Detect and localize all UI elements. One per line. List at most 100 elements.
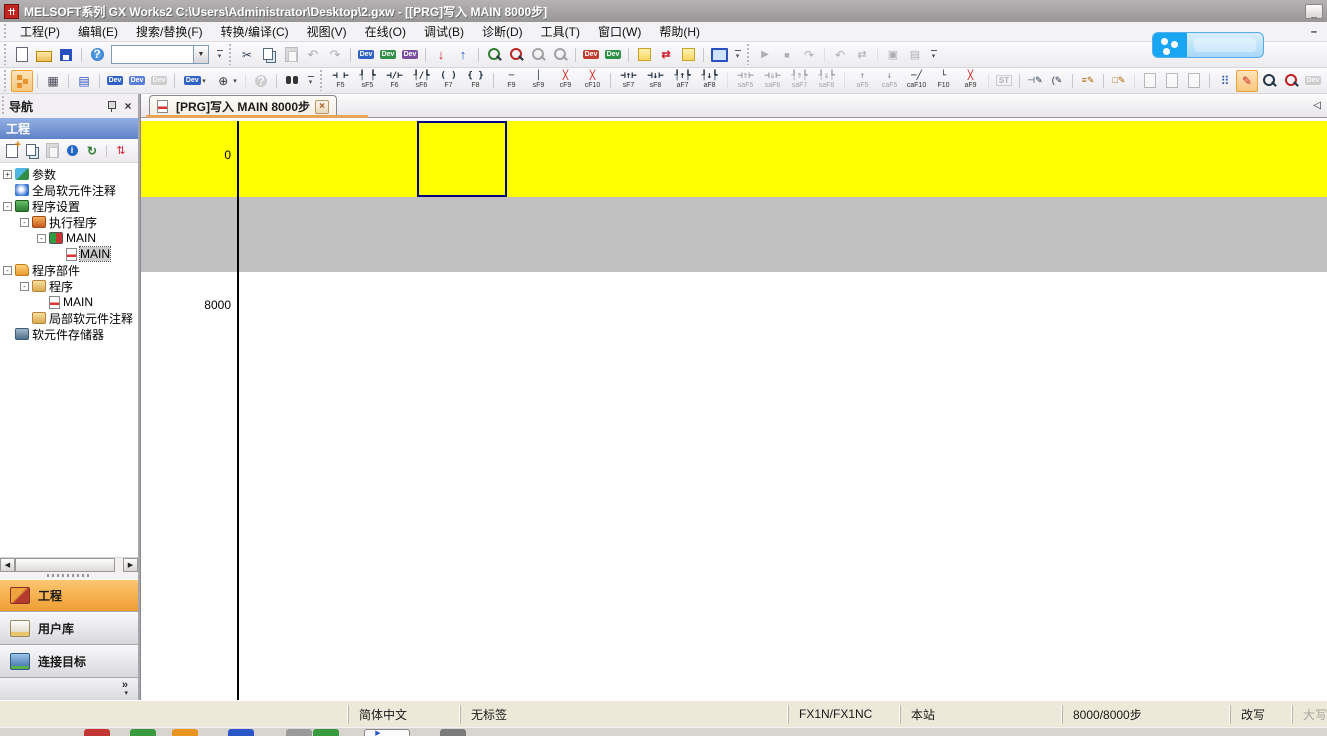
monitor-stop-icon[interactable]: [505, 44, 527, 66]
cross-reference-icon[interactable]: [281, 70, 303, 92]
ladder-result-rising-pulse-button[interactable]: ↑aF5: [849, 69, 876, 92]
tree-item-program-setting[interactable]: - 程序设置: [0, 198, 138, 214]
device-batch-icon[interactable]: [126, 70, 148, 92]
tree-expander-icon[interactable]: -: [3, 266, 12, 275]
window-selector-input[interactable]: [111, 45, 193, 64]
new-project-icon[interactable]: [11, 44, 33, 66]
remote-operation-icon[interactable]: [452, 44, 474, 66]
debug-break-icon[interactable]: [829, 44, 851, 66]
undo-icon[interactable]: [302, 44, 324, 66]
ladder-vertical-line-button[interactable]: │sF9: [525, 69, 552, 92]
tree-item-parameter[interactable]: + 参数: [0, 166, 138, 182]
parameter-write-icon[interactable]: [655, 44, 677, 66]
nav-button-user-library[interactable]: 用户库: [0, 612, 138, 645]
nav-paste-icon[interactable]: [42, 141, 62, 161]
tree-item-main-pou[interactable]: MAIN: [0, 294, 138, 310]
debug-watch2-icon[interactable]: [904, 44, 926, 66]
ladder-line-delete-button[interactable]: ╳aF9: [957, 69, 984, 92]
ladder-rising-pulse-button[interactable]: ⊣↑⊢sF7: [615, 69, 642, 92]
menu-edit[interactable]: 编辑(E): [69, 21, 127, 42]
menu-view[interactable]: 视图(V): [298, 21, 356, 42]
ladder-rising-pulse-not-branch-button[interactable]: ┦⇑┡saF7: [786, 69, 813, 92]
open-project-icon[interactable]: [33, 44, 55, 66]
watch-start-icon[interactable]: [527, 44, 549, 66]
menu-convert-compile[interactable]: 转换/编译(C): [212, 21, 298, 42]
toolbar-grip[interactable]: [228, 44, 233, 65]
debug-skip-icon[interactable]: [851, 44, 873, 66]
ladder-delete-vertical-button[interactable]: ╳cF10: [579, 69, 606, 92]
nav-sort-icon[interactable]: [111, 141, 131, 161]
ladder-delete-horizontal-button[interactable]: ╳cF9: [552, 69, 579, 92]
ladder-falling-pulse-not-button[interactable]: ⊣⇓⊢saF6: [759, 69, 786, 92]
tree-item-program-folder[interactable]: - 程序: [0, 278, 138, 294]
cut-icon[interactable]: [236, 44, 258, 66]
ladder-falling-pulse-branch-button[interactable]: ┦↓┡aF8: [696, 69, 723, 92]
device-display-icon[interactable]: [179, 70, 210, 92]
taskbar-active-item[interactable]: ▶: [364, 729, 410, 736]
device-comment-list-icon[interactable]: [104, 70, 126, 92]
toolbar-overflow-icon[interactable]: ▾: [214, 45, 225, 65]
tree-item-local-device-comment[interactable]: 局部软元件注释: [0, 310, 138, 326]
baidu-netdisk-widget[interactable]: [1152, 32, 1264, 58]
mdi-minimize-icon[interactable]: –: [1311, 26, 1317, 38]
monitor-start-icon[interactable]: [483, 44, 505, 66]
tree-item-execution-program[interactable]: - 执行程序: [0, 214, 138, 230]
connection-diagram-icon[interactable]: [1214, 70, 1236, 92]
doc-find-next-icon[interactable]: [1183, 70, 1205, 92]
tree-expander-icon[interactable]: -: [20, 218, 29, 227]
debug-watch1-icon[interactable]: [882, 44, 904, 66]
cc-link-icon[interactable]: [148, 70, 170, 92]
ladder-falling-pulse-not-branch-button[interactable]: ┦⇓┡saF8: [813, 69, 840, 92]
menu-window[interactable]: 窗口(W): [589, 21, 650, 42]
debug-stop-icon[interactable]: [776, 44, 798, 66]
write-mode-icon[interactable]: [1280, 70, 1302, 92]
panel-splitter[interactable]: [0, 572, 138, 579]
tree-item-device-memory[interactable]: 软元件存储器: [0, 326, 138, 342]
pin-icon[interactable]: [106, 100, 117, 113]
nav-button-project[interactable]: 工程: [0, 579, 138, 612]
debug-step-icon[interactable]: [798, 44, 820, 66]
work-window-icon[interactable]: [73, 70, 95, 92]
write-to-plc-icon[interactable]: [355, 44, 377, 66]
coil-comment-edit-icon[interactable]: [1046, 70, 1068, 92]
device-comment-edit-icon[interactable]: [1024, 70, 1046, 92]
toolbar-overflow-icon[interactable]: ▾: [305, 71, 316, 91]
tree-expander-icon[interactable]: -: [37, 234, 46, 243]
menu-project[interactable]: 工程(P): [11, 21, 69, 42]
paste-icon[interactable]: [280, 44, 302, 66]
tree-expander-icon[interactable]: -: [3, 202, 12, 211]
ladder-open-branch-button[interactable]: ┦ ┡sF5: [354, 69, 381, 92]
ladder-editor-canvas[interactable]: 0 8000: [141, 118, 1327, 700]
verify-with-plc-icon[interactable]: [399, 44, 421, 66]
watch-stop-icon[interactable]: [549, 44, 571, 66]
note-icon[interactable]: [677, 44, 699, 66]
module-configuration-icon[interactable]: [42, 70, 64, 92]
nav-more-buttons[interactable]: » ▾: [0, 678, 138, 700]
menu-debug[interactable]: 调试(B): [415, 21, 473, 42]
save-icon[interactable]: [55, 44, 77, 66]
device-search-icon[interactable]: [210, 70, 241, 92]
ladder-row-highlight[interactable]: [141, 121, 1327, 197]
doc-generate-icon[interactable]: [1139, 70, 1161, 92]
help-secondary-icon[interactable]: [250, 70, 272, 92]
transfer-setup-icon[interactable]: [430, 44, 452, 66]
ladder-rising-pulse-not-button[interactable]: ⊣⇑⊢saF5: [732, 69, 759, 92]
toolbar-grip[interactable]: [3, 44, 8, 65]
read-mode-icon[interactable]: [1258, 70, 1280, 92]
ladder-coil-button[interactable]: ( )F7: [435, 69, 462, 92]
statement-edit-icon[interactable]: [1077, 70, 1099, 92]
combobox-dropdown-icon[interactable]: ▼: [193, 45, 209, 64]
note-edit-icon[interactable]: [1108, 70, 1130, 92]
redo-icon[interactable]: [324, 44, 346, 66]
toolbar-grip[interactable]: [3, 70, 8, 91]
copy-icon[interactable]: [258, 44, 280, 66]
menu-online[interactable]: 在线(O): [356, 21, 415, 42]
menu-find-replace[interactable]: 搜索/替换(F): [127, 21, 212, 42]
tree-item-main-block[interactable]: - MAIN: [0, 230, 138, 246]
ladder-closed-branch-button[interactable]: ┦/┡sF6: [408, 69, 435, 92]
help-icon[interactable]: [86, 44, 108, 66]
toolbar-overflow-icon[interactable]: ▾: [732, 45, 743, 65]
ladder-selected-cell[interactable]: [417, 121, 507, 197]
ladder-horizontal-line-button[interactable]: ─F9: [498, 69, 525, 92]
ladder-application-instruction-button[interactable]: { }F8: [462, 69, 489, 92]
